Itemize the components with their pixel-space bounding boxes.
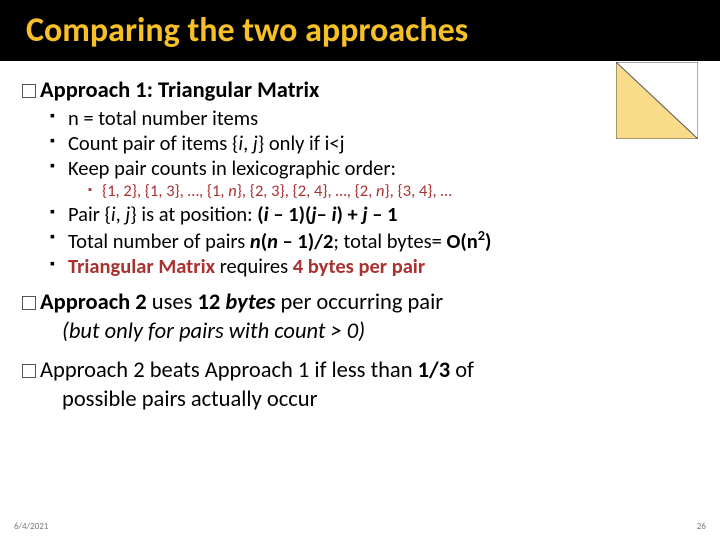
- list-sub: {1, 2}, {1, 3}, …, {1, n}, {2, 3}, {2, 4…: [88, 181, 694, 202]
- list-item: Triangular Matrix requires 4 bytes per p…: [50, 254, 694, 279]
- compare-heading: Approach 2 beats Approach 1 if less than…: [22, 357, 694, 384]
- bullet-box-icon: [22, 364, 36, 378]
- list-item: Keep pair counts in lexicographic order:…: [50, 156, 694, 202]
- slide-title: Comparing the two approaches: [0, 0, 720, 61]
- footer-date: 6/4/2021: [14, 521, 48, 532]
- slide-body: Approach 1: Triangular Matrix n = total …: [0, 61, 720, 413]
- list-item: {1, 2}, {1, 3}, …, {1, n}, {2, 3}, {2, 4…: [88, 181, 694, 202]
- list-item: n = total number items: [50, 106, 694, 131]
- approach1-heading: Approach 1: Triangular Matrix: [22, 77, 694, 104]
- list-item: Total number of pairs n(n – 1)/2; total …: [50, 227, 694, 254]
- compare-detail: possible pairs actually occur: [62, 386, 694, 413]
- approach1-list: n = total number items Count pair of ite…: [50, 106, 694, 279]
- approach2-detail: (but only for pairs with count > 0): [62, 318, 694, 345]
- list-item: Count pair of items {i, j} only if i<j: [50, 131, 694, 156]
- list-item: Pair {i, j} is at position: (i – 1)(j– i…: [50, 202, 694, 227]
- footer: 6/4/2021 26: [14, 521, 706, 532]
- bullet-box-icon: [22, 296, 36, 310]
- footer-page: 26: [697, 521, 706, 532]
- bullet-box-icon: [22, 84, 36, 98]
- approach2-heading: Approach 2 uses 12 bytes per occurring p…: [22, 289, 694, 316]
